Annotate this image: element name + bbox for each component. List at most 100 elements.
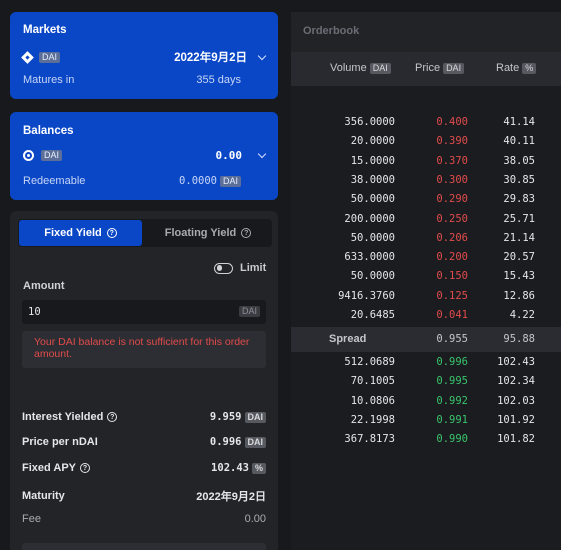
bid-row[interactable]: 22.1998 0.991 101.92: [291, 411, 561, 430]
ask-row[interactable]: 633.0000 0.200 20.57: [291, 248, 561, 267]
amount-label: Amount: [23, 280, 65, 292]
price-cell: 0.041: [436, 309, 468, 321]
price-cell: 0.206: [436, 231, 468, 244]
spread-label: Spread: [329, 333, 367, 345]
info-icon[interactable]: ?: [80, 463, 90, 473]
apy-unit-badge: %: [251, 462, 266, 474]
interest-row: Interest Yielded ? 9.959 DAI: [22, 411, 266, 423]
rate-cell: 102.43: [497, 356, 535, 368]
ask-row[interactable]: 200.0000 0.250 25.71: [291, 210, 561, 229]
chevron-down-icon[interactable]: [257, 149, 267, 159]
orderbook-body: Spread 0.955 95.88 356.0000 0.400 41.14 20.…: [291, 86, 561, 550]
rate-cell: 101.92: [497, 413, 535, 426]
fee-label: Fee: [22, 513, 41, 525]
ask-row[interactable]: 38.0000 0.300 30.85: [291, 171, 561, 190]
limit-toggle-group[interactable]: Limit: [214, 262, 266, 274]
chevron-down-icon[interactable]: [257, 51, 267, 60]
amount-input[interactable]: 10 DAI: [22, 300, 266, 324]
ask-row[interactable]: 50.0000 0.206 21.14: [291, 229, 561, 248]
col-volume[interactable]: Volume DAI: [330, 62, 391, 74]
col-rate[interactable]: Rate %: [496, 62, 537, 74]
price-row: Price per nDAI 0.996 DAI: [22, 436, 266, 448]
bid-row[interactable]: 10.0806 0.992 102.03: [291, 392, 561, 411]
col-rate-label: Rate: [496, 62, 520, 74]
spread-row: Spread 0.955 95.88: [291, 327, 561, 352]
submit-button[interactable]: [22, 543, 266, 550]
price-cell: 0.370: [436, 154, 468, 167]
tab-floating-yield-label: Floating Yield: [164, 227, 237, 239]
tab-fixed-yield-label: Fixed Yield: [44, 227, 102, 239]
bid-row[interactable]: 367.8173 0.990 101.82: [291, 430, 561, 449]
bid-row[interactable]: 70.1005 0.995 102.34: [291, 372, 561, 391]
rate-cell: 102.03: [497, 394, 535, 407]
col-rate-unit: %: [522, 62, 537, 74]
maturity-value: 2022年9月2日: [196, 491, 266, 503]
tab-floating-yield[interactable]: Floating Yield ?: [145, 220, 271, 246]
col-volume-label: Volume: [330, 62, 367, 74]
volume-cell: 70.1005: [350, 375, 395, 388]
info-icon[interactable]: ?: [241, 228, 252, 238]
volume-cell: 22.1998: [350, 413, 395, 426]
price-label: Price per nDAI: [22, 436, 98, 448]
rate-cell: 20.57: [503, 251, 535, 264]
orderbook-columns: Volume DAI Price DAI Rate %: [291, 52, 561, 86]
apy-value: 102.43: [211, 462, 249, 474]
tab-fixed-yield[interactable]: Fixed Yield ?: [19, 220, 142, 246]
markets-title: Markets: [23, 24, 67, 36]
col-volume-unit: DAI: [369, 62, 391, 74]
ask-row[interactable]: 356.0000 0.400 41.14: [291, 113, 561, 132]
ask-row[interactable]: 9416.3760 0.125 12.86: [291, 287, 561, 306]
ask-row[interactable]: 50.0000 0.290 29.83: [291, 190, 561, 209]
rate-cell: 102.34: [497, 375, 535, 388]
volume-cell: 356.0000: [344, 116, 395, 128]
volume-cell: 38.0000: [350, 173, 395, 186]
price-cell: 0.995: [436, 375, 468, 388]
balance-token-badge: DAI: [41, 150, 63, 161]
apy-label: Fixed APY: [22, 462, 76, 474]
price-cell: 0.990: [436, 433, 468, 446]
limit-label: Limit: [240, 262, 267, 274]
info-icon[interactable]: ?: [107, 412, 118, 422]
bid-row[interactable]: 512.0689 0.996 102.43: [291, 353, 561, 372]
col-price[interactable]: Price DAI: [415, 62, 465, 74]
volume-cell: 200.0000: [344, 212, 395, 225]
price-cell: 0.992: [436, 394, 468, 407]
price-cell: 0.400: [436, 116, 468, 128]
orderbook-panel: Orderbook Volume DAI Price DAI Rate % Sp…: [291, 12, 561, 550]
yield-tabs: Fixed Yield ? Floating Yield ?: [18, 219, 272, 247]
balances-title: Balances: [23, 125, 74, 137]
redeemable-unit-badge: DAI: [219, 175, 241, 187]
volume-cell: 9416.3760: [338, 289, 395, 302]
dai-token-icon: [21, 50, 34, 64]
maturity-label: Maturity: [22, 490, 65, 502]
rate-cell: 29.83: [503, 193, 535, 206]
limit-toggle[interactable]: [214, 262, 233, 274]
balances-card[interactable]: Balances DAI 0.00 Redeemable 0.0000 DAI: [10, 112, 278, 200]
ask-row[interactable]: 15.0000 0.370 38.05: [291, 152, 561, 171]
col-price-label: Price: [415, 62, 441, 74]
volume-cell: 20.6485: [350, 309, 395, 321]
ask-row[interactable]: 50.0000 0.150 15.43: [291, 267, 561, 286]
volume-cell: 512.0689: [344, 356, 395, 368]
info-icon[interactable]: ?: [106, 228, 117, 238]
trade-panel: Fixed Yield ? Floating Yield ? Limit Amo…: [10, 211, 278, 550]
volume-cell: 50.0000: [350, 193, 395, 206]
balance-amount: 0.00: [215, 149, 243, 162]
rate-cell: 21.14: [503, 231, 535, 244]
interest-label: Interest Yielded: [22, 411, 104, 423]
rate-cell: 40.11: [503, 135, 535, 148]
ask-row[interactable]: 20.0000 0.390 40.11: [291, 132, 561, 151]
orderbook-title: Orderbook: [303, 25, 360, 37]
col-price-unit: DAI: [443, 62, 465, 74]
volume-cell: 10.0806: [350, 394, 395, 407]
market-date: 2022年9月2日: [174, 52, 247, 64]
amount-value[interactable]: 10: [28, 306, 41, 318]
volume-cell: 633.0000: [344, 251, 395, 264]
markets-card[interactable]: Markets DAI 2022年9月2日 Matures in 355 day…: [10, 12, 278, 99]
rate-cell: 25.71: [503, 212, 535, 225]
price-cell: 0.290: [436, 193, 468, 206]
ask-row[interactable]: 20.6485 0.041 4.22: [291, 306, 561, 325]
spread-price: 0.955: [436, 333, 468, 345]
rate-cell: 15.43: [503, 270, 535, 283]
redeemable-label: Redeemable: [23, 175, 86, 187]
